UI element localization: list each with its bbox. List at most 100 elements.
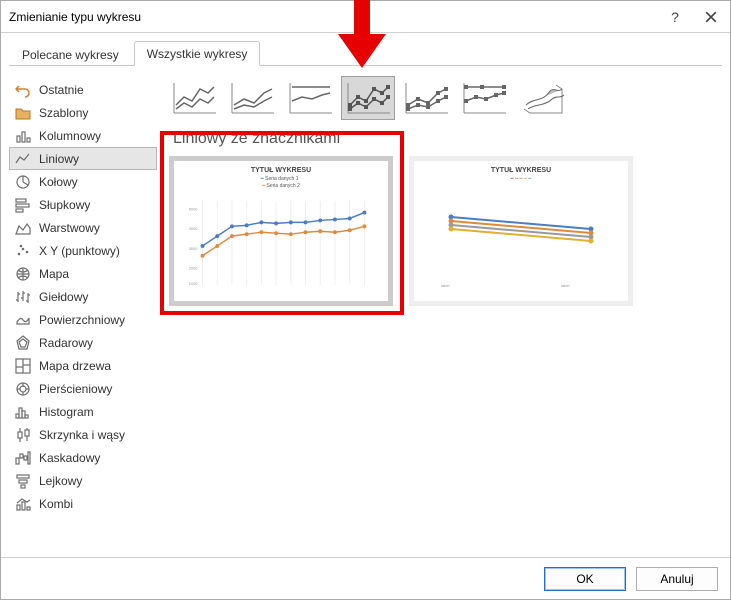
sidebar-item-histogram[interactable]: Histogram — [9, 400, 157, 423]
button-label: OK — [576, 572, 593, 586]
sidebar-item-warstwowy[interactable]: Warstwowy — [9, 216, 157, 239]
sidebar-item-label: Powierzchniowy — [39, 313, 125, 327]
sidebar-item-ko-owy[interactable]: Kołowy — [9, 170, 157, 193]
svg-text:5000: 5000 — [189, 207, 199, 212]
dialog-title: Zmienianie typu wykresu — [7, 10, 662, 24]
chart-subtype-row — [163, 72, 722, 130]
sidebar-item-label: Kolumnowy — [39, 129, 101, 143]
subtype-stacked-line-markers[interactable] — [399, 76, 453, 120]
sidebar-item-lejkowy[interactable]: Lejkowy — [9, 469, 157, 492]
sidebar-item-label: Liniowy — [39, 152, 79, 166]
tab-recommended[interactable]: Polecane wykresy — [9, 42, 132, 66]
subtype-line-with-markers[interactable] — [341, 76, 395, 120]
sidebar-item-kolumnowy[interactable]: Kolumnowy — [9, 124, 157, 147]
sidebar-item-label: Warstwowy — [39, 221, 100, 235]
sidebar-item-pier-cieniowy[interactable]: Pierścieniowy — [9, 377, 157, 400]
sidebar-item-label: Skrzynka i wąsy — [39, 428, 125, 442]
sidebar-item-label: Radarowy — [39, 336, 93, 350]
subtype-100-stacked-line-markers[interactable] — [457, 76, 511, 120]
sidebar-item-label: Szablony — [39, 106, 88, 120]
sidebar-item-skrzynka-i-w-sy[interactable]: Skrzynka i wąsy — [9, 423, 157, 446]
sidebar-item-label: Słupkowy — [39, 198, 90, 212]
preview-title: TYTUŁ WYKRESU — [491, 167, 551, 174]
chart-preview-row: TYTUŁ WYKRESU ━ Seria danych 1 ━ Seria d… — [163, 156, 722, 306]
sidebar-item-label: Ostatnie — [39, 83, 84, 97]
help-button[interactable]: ? — [662, 7, 688, 27]
sidebar-item-label: Pierścieniowy — [39, 382, 112, 396]
cancel-button[interactable]: Anuluj — [636, 567, 718, 591]
svg-text:4000: 4000 — [189, 226, 199, 231]
sidebar-item-x-y-punktowy-[interactable]: X Y (punktowy) — [9, 239, 157, 262]
chart-preview-2[interactable]: TYTUŁ WYKRESU ━ ━ ━ ━ ━ label label — [409, 156, 633, 306]
pie-icon — [15, 174, 31, 190]
sidebar-item-ostatnie[interactable]: Ostatnie — [9, 78, 157, 101]
sidebar-item-label: Lejkowy — [39, 474, 82, 488]
svg-text:3000: 3000 — [189, 246, 199, 251]
tab-label: Wszystkie wykresy — [147, 47, 248, 61]
column-icon — [15, 128, 31, 144]
treemap-icon — [15, 358, 31, 374]
radar-icon — [15, 335, 31, 351]
button-label: Anuluj — [660, 572, 693, 586]
sidebar-item-s-upkowy[interactable]: Słupkowy — [9, 193, 157, 216]
surface-icon — [15, 312, 31, 328]
histogram-icon — [15, 404, 31, 420]
sidebar-item-powierzchniowy[interactable]: Powierzchniowy — [9, 308, 157, 331]
svg-text:label: label — [441, 283, 450, 288]
funnel-icon — [15, 473, 31, 489]
chart-subtype-panel: Liniowy ze znacznikami TYTUŁ WYKRESU ━ S… — [157, 72, 722, 549]
sidebar-item-mapa[interactable]: Mapa — [9, 262, 157, 285]
subtype-3d-line[interactable] — [515, 76, 569, 120]
dialog-buttons: OK Anuluj — [1, 557, 730, 599]
sidebar-item-label: Kołowy — [39, 175, 78, 189]
sidebar-item-label: X Y (punktowy) — [39, 244, 120, 258]
svg-text:1000: 1000 — [189, 281, 199, 286]
change-chart-type-dialog: Zmienianie typu wykresu ? Polecane wykre… — [0, 0, 731, 600]
sidebar-item-label: Mapa — [39, 267, 69, 281]
sidebar-item-label: Kombi — [39, 497, 73, 511]
tabs: Polecane wykresy Wszystkie wykresy — [1, 33, 730, 66]
svg-text:label: label — [561, 283, 570, 288]
preview-title: TYTUŁ WYKRESU — [251, 167, 311, 174]
folder-icon — [15, 105, 31, 121]
area-icon — [15, 220, 31, 236]
undo-icon — [15, 82, 31, 98]
tab-all-charts[interactable]: Wszystkie wykresy — [134, 41, 261, 66]
stock-icon — [15, 289, 31, 305]
combo-icon — [15, 496, 31, 512]
chart-preview-1[interactable]: TYTUŁ WYKRESU ━ Seria danych 1 ━ Seria d… — [169, 156, 393, 306]
titlebar: Zmienianie typu wykresu ? — [1, 1, 730, 33]
sidebar-item-liniowy[interactable]: Liniowy — [9, 147, 157, 170]
main-area: Ostatnie Szablony Kolumnowy Liniowy Kołowy Sł… — [1, 66, 730, 557]
sidebar-item-label: Mapa drzewa — [39, 359, 111, 373]
close-button[interactable] — [698, 7, 724, 27]
sidebar-item-kaskadowy[interactable]: Kaskadowy — [9, 446, 157, 469]
preview-chart-icon: 5000 4000 3000 2000 1000 — [181, 191, 381, 295]
sidebar-item-kombi[interactable]: Kombi — [9, 492, 157, 515]
sidebar-item-label: Kaskadowy — [39, 451, 100, 465]
bar-icon — [15, 197, 31, 213]
preview-legend: ━ Seria danych 1 ━ Seria danych 2 — [261, 176, 302, 189]
chart-category-list: Ostatnie Szablony Kolumnowy Liniowy Kołowy Sł… — [9, 72, 157, 549]
subtype-100-stacked-line[interactable] — [283, 76, 337, 120]
subtype-title: Liniowy ze znacznikami — [163, 130, 722, 156]
subtype-line[interactable] — [167, 76, 221, 120]
preview-chart-icon: label label — [421, 185, 621, 291]
sidebar-item-szablony[interactable]: Szablony — [9, 101, 157, 124]
subtype-stacked-line[interactable] — [225, 76, 279, 120]
sidebar-item-radarowy[interactable]: Radarowy — [9, 331, 157, 354]
sidebar-item-label: Histogram — [39, 405, 94, 419]
sidebar-item-mapa-drzewa[interactable]: Mapa drzewa — [9, 354, 157, 377]
ok-button[interactable]: OK — [544, 567, 626, 591]
scatter-icon — [15, 243, 31, 259]
preview-legend: ━ ━ ━ ━ ━ — [511, 176, 532, 183]
map-icon — [15, 266, 31, 282]
sidebar-item-label: Giełdowy — [39, 290, 88, 304]
svg-text:2000: 2000 — [189, 265, 199, 270]
tab-label: Polecane wykresy — [22, 48, 119, 62]
waterfall-icon — [15, 450, 31, 466]
sunburst-icon — [15, 381, 31, 397]
box-icon — [15, 427, 31, 443]
line-icon — [15, 151, 31, 167]
sidebar-item-gie-dowy[interactable]: Giełdowy — [9, 285, 157, 308]
